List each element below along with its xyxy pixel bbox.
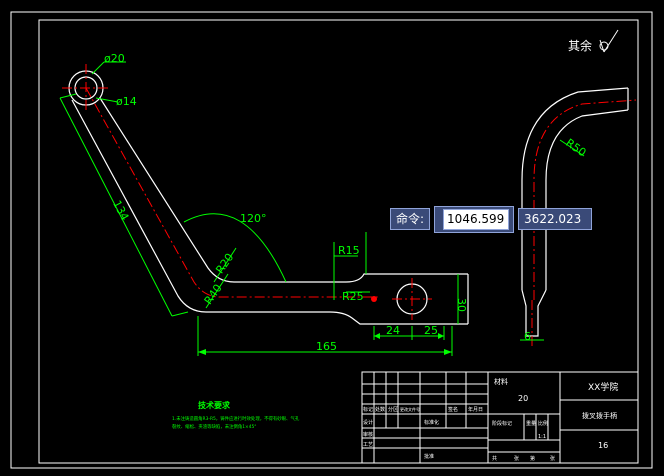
- tb-row-count: 处数: [375, 406, 385, 413]
- dim-6: 6: [524, 330, 531, 343]
- tb-check: 审核: [363, 431, 373, 438]
- dim-d20: ø20: [104, 52, 125, 65]
- tb-weight: 重量: [526, 420, 536, 427]
- tb-row-docno: 更改文件号: [400, 406, 420, 412]
- tb-sheet: 张: [514, 455, 519, 462]
- x-coord-input[interactable]: [443, 208, 510, 230]
- tb-craft: 工艺: [363, 442, 373, 448]
- dynamic-input: 命令: 3622.023: [390, 205, 593, 233]
- command-label: 命令:: [390, 208, 431, 230]
- tb-material-value: 20: [518, 394, 528, 403]
- tb-standard: 标准化: [424, 419, 439, 426]
- tb-scale: 1:1: [538, 434, 546, 440]
- dim-r25: R25: [342, 290, 364, 303]
- tb-part-name: 拨叉拨手柄: [582, 411, 617, 420]
- tb-school: XX学院: [588, 381, 618, 393]
- dim-d14: ø14: [116, 95, 137, 108]
- notes-line-2: 裂纹、缩松、夹渣等缺陷，未注倒角1×45°: [172, 423, 257, 430]
- dim-r40: R40: [202, 282, 225, 307]
- sheet-inner-border: [38, 19, 639, 464]
- roughness-icon: [599, 29, 619, 53]
- drawing-canvas[interactable]: ø20 ø14 134 120° R20 R40 R15 R25 165 24 …: [0, 0, 664, 476]
- tb-material-label: 材料: [494, 377, 508, 386]
- dim-165: 165: [316, 340, 337, 353]
- dim-120: 120°: [240, 212, 267, 225]
- tb-design: 设计: [363, 419, 373, 426]
- roughness-label: 其余: [568, 38, 592, 53]
- dimension-texts: ø20 ø14 134 120° R20 R40 R15 R25 165 24 …: [104, 52, 588, 353]
- tb-ratio: 比例: [538, 420, 548, 427]
- tb-drawing-no: 16: [598, 441, 608, 450]
- tb-sheet-of: 张: [550, 455, 555, 462]
- tb-stage-mark: 阶段标记: [492, 420, 512, 427]
- y-coord-field[interactable]: 3622.023: [518, 208, 593, 230]
- tb-row-zone: 分区: [388, 406, 398, 413]
- dim-24: 24: [386, 324, 400, 337]
- tb-row-sign: 签名: [448, 406, 458, 413]
- x-coord-wrap: [434, 205, 515, 233]
- tb-sheets-total: 共: [492, 455, 497, 462]
- tab-dot: [371, 296, 377, 302]
- dim-r50: R50: [563, 136, 588, 159]
- dim-134: 134: [110, 198, 131, 223]
- dim-25: 25: [424, 324, 438, 337]
- title-block-text: 材料 20 XX学院 拨叉拨手柄 16 标记 处数 分区 更改文件号 签名 年月…: [363, 377, 618, 462]
- tb-approve: 批准: [424, 453, 434, 460]
- sheet-outer-border: [10, 11, 653, 469]
- dim-30: 30: [455, 298, 468, 312]
- dim-r15: R15: [338, 244, 360, 257]
- tb-sheet-no: 第: [530, 455, 535, 462]
- tb-row-mark: 标记: [363, 406, 373, 413]
- dim-r20: R20: [213, 251, 236, 276]
- notes-line-1: 1.未注铸造圆角R3-R5，铸件应进行时效处理，不得有砂眼、气孔: [172, 415, 300, 422]
- notes-title: 技术要求: [198, 400, 231, 410]
- tb-row-date: 年月日: [468, 406, 483, 413]
